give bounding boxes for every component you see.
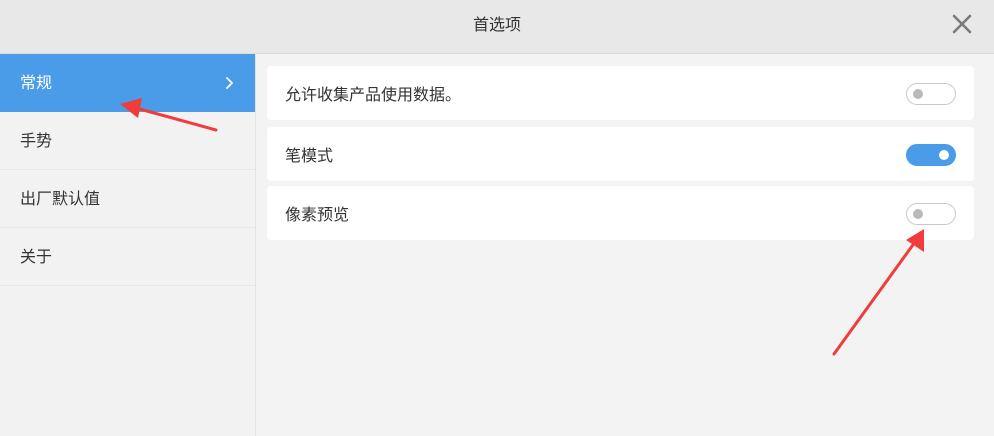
toggle-knob <box>913 89 923 99</box>
setting-row-pixel-preview: 像素预览 <box>267 186 974 240</box>
toggle-knob <box>913 209 923 219</box>
close-button[interactable] <box>948 10 976 38</box>
sidebar-item-factory-defaults[interactable]: 出厂默认值 <box>0 170 255 228</box>
setting-label-pen-mode: 笔模式 <box>285 146 334 165</box>
preferences-window: 首选项 常规 手势 出厂默认值 关于 允许收集产品使用数据。 笔模式 像素预览 <box>0 0 994 436</box>
chevron-right-icon <box>223 54 237 112</box>
setting-label-usage-data: 允许收集产品使用数据。 <box>285 85 462 104</box>
sidebar: 常规 手势 出厂默认值 关于 <box>0 54 256 436</box>
sidebar-item-general[interactable]: 常规 <box>0 54 255 112</box>
pen-mode-toggle[interactable] <box>906 144 956 166</box>
sidebar-item-gestures[interactable]: 手势 <box>0 112 255 170</box>
toggle-knob <box>939 150 949 160</box>
setting-label-pixel-preview: 像素预览 <box>285 205 350 224</box>
setting-row-usage-data: 允许收集产品使用数据。 <box>267 66 974 120</box>
title-bar: 首选项 <box>0 0 994 54</box>
pixel-preview-toggle[interactable] <box>906 203 956 225</box>
sidebar-item-label: 常规 <box>20 73 53 92</box>
sidebar-item-about[interactable]: 关于 <box>0 228 255 286</box>
close-icon <box>952 14 972 34</box>
sidebar-item-label: 出厂默认值 <box>20 189 101 208</box>
sidebar-item-label: 关于 <box>20 247 53 266</box>
setting-row-pen-mode: 笔模式 <box>267 127 974 181</box>
sidebar-item-label: 手势 <box>20 131 53 150</box>
window-title: 首选项 <box>472 15 521 34</box>
usage-data-toggle[interactable] <box>906 83 956 105</box>
settings-panel: 允许收集产品使用数据。 笔模式 像素预览 <box>257 54 994 436</box>
